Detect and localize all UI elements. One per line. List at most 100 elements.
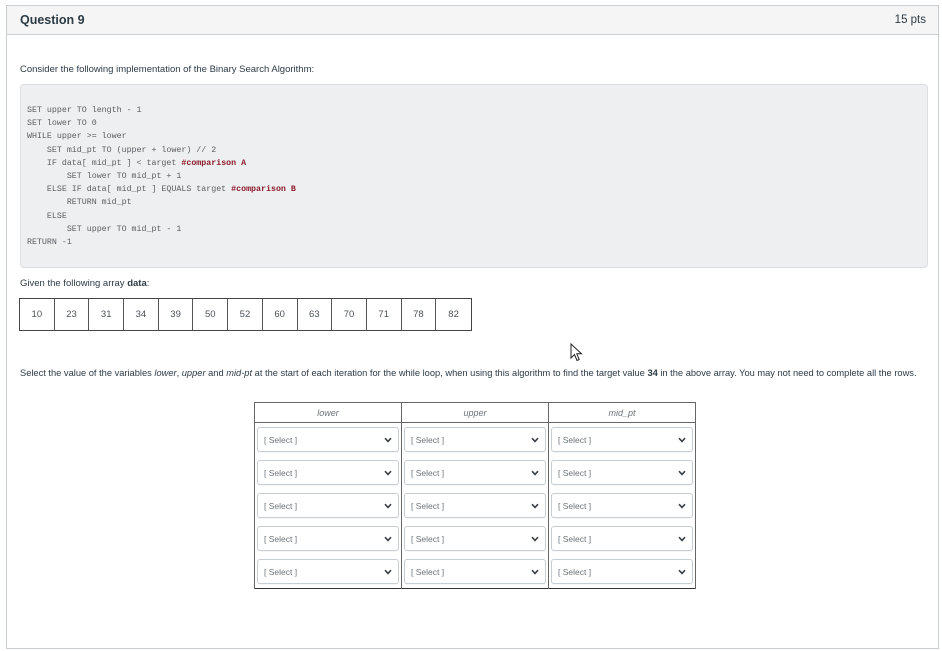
question-intro: Consider the following implementation of… — [20, 64, 315, 75]
chevron-down-icon[interactable] — [677, 534, 686, 543]
instr-target-value: 34 — [647, 368, 658, 378]
array-cell: 10 — [20, 299, 55, 330]
chevron-down-icon[interactable] — [383, 435, 392, 444]
chevron-down-icon[interactable] — [530, 534, 539, 543]
select-mid-pt[interactable]: [ Select ] — [551, 427, 693, 452]
instr-var-upper: upper — [181, 368, 206, 378]
select-lower[interactable]: [ Select ] — [257, 526, 399, 551]
chevron-down-icon[interactable] — [383, 468, 392, 477]
column-header-mid-pt: mid_pt — [548, 402, 696, 423]
array-cell: 50 — [193, 299, 229, 330]
select-mid-pt[interactable]: [ Select ] — [551, 460, 693, 485]
array-cell: 60 — [263, 299, 298, 330]
chevron-down-icon[interactable] — [530, 468, 539, 477]
select-value: [ Select ] — [264, 434, 298, 445]
answer-cell: [ Select ] — [401, 422, 549, 456]
code-text: ELSE — [27, 211, 67, 221]
chevron-down-icon[interactable] — [677, 435, 686, 444]
question-header: Question 9 15 pts — [7, 6, 938, 35]
code-line: SET lower TO 0 — [27, 117, 927, 130]
answer-cell: [ Select ] — [254, 456, 402, 489]
chevron-down-icon[interactable] — [530, 567, 539, 576]
instr-text: at the start of each iteration for the w… — [252, 368, 648, 378]
code-line: ELSE IF data[ mid_pt ] EQUALS target #co… — [27, 183, 927, 196]
select-upper[interactable]: [ Select ] — [404, 460, 546, 485]
code-line: RETURN mid_pt — [27, 196, 927, 209]
select-upper[interactable]: [ Select ] — [404, 427, 546, 452]
array-caption-name: data — [127, 278, 147, 289]
answer-row: [ Select ] [ Select ] [ Select ] — [254, 522, 696, 555]
answer-cell: [ Select ] — [548, 555, 696, 589]
select-upper[interactable]: [ Select ] — [404, 526, 546, 551]
code-text: SET lower TO mid_pt + 1 — [27, 171, 182, 181]
select-value: [ Select ] — [264, 566, 298, 577]
question-points: 15 pts — [894, 14, 926, 26]
select-value: [ Select ] — [558, 500, 592, 511]
code-block: SET upper TO length - 1 SET lower TO 0 WHI… — [20, 84, 928, 268]
chevron-down-icon[interactable] — [383, 534, 392, 543]
select-value: [ Select ] — [264, 533, 298, 544]
select-mid-pt[interactable]: [ Select ] — [551, 526, 693, 551]
code-text: WHILE upper >= lower — [27, 132, 127, 142]
array-cell: 34 — [124, 299, 159, 330]
code-line: IF data[ mid_pt ] < target #comparison A — [27, 157, 927, 170]
instr-text: Select the value of the variables — [20, 368, 155, 378]
answer-cell: [ Select ] — [254, 522, 402, 555]
instr-var-midpt: mid-pt — [226, 368, 253, 378]
chevron-down-icon[interactable] — [530, 501, 539, 510]
chevron-down-icon[interactable] — [383, 501, 392, 510]
select-value: [ Select ] — [411, 467, 445, 478]
array-cell: 78 — [402, 299, 437, 330]
column-header-lower: lower — [254, 402, 402, 423]
code-text: RETURN -1 — [27, 237, 72, 247]
select-upper[interactable]: [ Select ] — [404, 559, 546, 584]
code-line: SET mid_pt TO (upper + lower) // 2 — [27, 144, 927, 157]
select-upper[interactable]: [ Select ] — [404, 493, 546, 518]
select-mid-pt[interactable]: [ Select ] — [551, 559, 693, 584]
array-cell: 71 — [367, 299, 402, 330]
code-text: SET lower TO 0 — [27, 119, 97, 129]
code-text: SET upper TO length - 1 — [27, 106, 142, 115]
chevron-down-icon[interactable] — [677, 501, 686, 510]
code-text: ELSE IF data[ mid_pt ] EQUALS target — [27, 185, 232, 195]
code-comment: #comparison A — [181, 158, 247, 168]
answer-cell: [ Select ] — [401, 456, 549, 489]
select-value: [ Select ] — [411, 434, 445, 445]
select-value: [ Select ] — [558, 566, 592, 577]
code-text: SET upper TO mid_pt - 1 — [27, 224, 182, 234]
select-value: [ Select ] — [558, 467, 592, 478]
select-lower[interactable]: [ Select ] — [257, 559, 399, 584]
array-caption-prefix: Given the following array — [20, 278, 128, 289]
chevron-down-icon[interactable] — [383, 567, 392, 576]
answer-row: [ Select ] [ Select ] [ Select ] — [254, 555, 696, 589]
array-cell: 63 — [298, 299, 333, 330]
instr-text: and — [205, 368, 227, 378]
code-text: RETURN mid_pt — [27, 198, 132, 208]
answer-row: [ Select ] [ Select ] [ Select ] — [254, 489, 696, 522]
code-comment: #comparison B — [231, 185, 296, 195]
code-line: RETURN -1 — [27, 236, 927, 249]
select-mid-pt[interactable]: [ Select ] — [551, 493, 693, 518]
array-caption: Given the following array data: — [20, 278, 149, 289]
code-line: SET upper TO length - 1 — [27, 104, 927, 117]
answer-cell: [ Select ] — [254, 422, 402, 456]
instr-text: in the above array. You may not need to … — [657, 368, 917, 378]
instr-var-lower: lower — [154, 368, 177, 378]
code-line: WHILE upper >= lower — [27, 130, 927, 143]
code-line: SET lower TO mid_pt + 1 — [27, 170, 927, 183]
chevron-down-icon[interactable] — [530, 435, 539, 444]
answer-cell: [ Select ] — [401, 522, 549, 555]
select-lower[interactable]: [ Select ] — [257, 460, 399, 485]
answer-cell: [ Select ] — [254, 489, 402, 522]
select-lower[interactable]: [ Select ] — [257, 427, 399, 452]
code-line: ELSE — [27, 210, 927, 223]
select-lower[interactable]: [ Select ] — [257, 493, 399, 518]
array-caption-suffix: : — [146, 278, 150, 289]
array-cell: 39 — [159, 299, 194, 330]
instructions: Select the value of the variables lower,… — [20, 366, 920, 382]
chevron-down-icon[interactable] — [677, 567, 686, 576]
code-text: IF data[ mid_pt ] < target — [27, 158, 182, 168]
mouse-pointer-icon — [570, 343, 583, 362]
chevron-down-icon[interactable] — [677, 468, 686, 477]
code-text: SET mid_pt TO (upper + lower) // 2 — [27, 145, 217, 155]
